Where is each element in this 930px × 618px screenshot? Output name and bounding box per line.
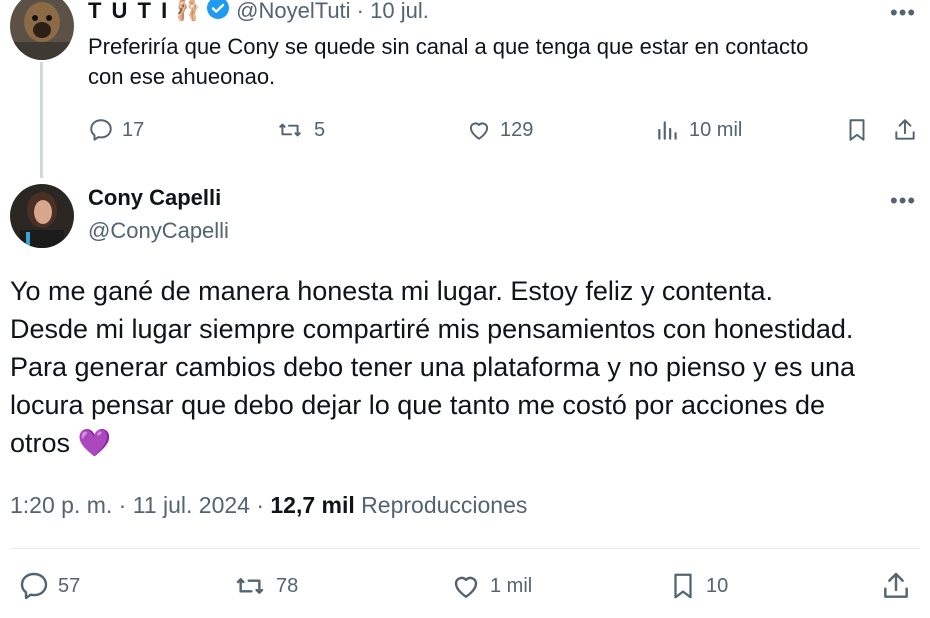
main-text-line: Yo me gané de manera honesta mi lugar. E… (10, 276, 773, 306)
main-like-button[interactable]: 1 mil (450, 570, 532, 602)
main-text-line: Desde mi lugar siempre compartiré mis pe… (10, 314, 854, 344)
views-count: 12,7 mil (270, 492, 355, 518)
main-reply-button[interactable]: 57 (18, 570, 80, 602)
tuti-avatar[interactable] (10, 0, 74, 60)
divider (10, 548, 920, 549)
reply-like-button[interactable]: 129 (466, 117, 533, 143)
reply-header: T U T I 🩰 @NoyelTuti · 10 jul. (88, 0, 429, 25)
ballet-shoes-emoji: 🩰 (175, 0, 201, 22)
main-text-line: Para generar cambios debo tener una plat… (10, 352, 856, 382)
bookmark-icon (849, 119, 865, 141)
main-text-line: otros (10, 428, 71, 458)
reply-share-button[interactable] (892, 117, 918, 148)
main-bookmark-count: 10 (706, 574, 729, 597)
timestamp[interactable]: 1:20 p. m. · 11 jul. 2024 · (10, 492, 270, 518)
main-reply-count: 57 (58, 574, 81, 597)
main-like-count: 1 mil (490, 574, 533, 597)
reply-views-button[interactable]: 10 mil (655, 117, 742, 143)
main-share-button[interactable] (880, 570, 912, 607)
reply-handle-date[interactable]: @NoyelTuti · 10 jul. (236, 0, 429, 24)
reply-text-line: con ese ahueonao. (88, 64, 276, 89)
comment-icon (90, 119, 112, 141)
share-icon (884, 572, 908, 598)
heart-icon (454, 576, 478, 598)
reply-reply-count: 17 (122, 118, 145, 141)
main-retweet-count: 78 (276, 574, 299, 597)
main-handle[interactable]: @ConyCapelli (88, 218, 229, 244)
reply-retweet-button[interactable]: 5 (274, 117, 325, 143)
thread-connector-line (40, 62, 43, 178)
comment-icon (20, 572, 48, 600)
purple-heart-emoji: 💜 (77, 428, 112, 458)
woman-photo-avatar (10, 184, 74, 248)
cony-avatar[interactable] (10, 184, 74, 248)
main-text-last-line: otros 💜 (10, 424, 920, 462)
main-retweet-button[interactable]: 78 (232, 570, 298, 602)
tweet-meta: 1:20 p. m. · 11 jul. 2024 · 12,7 mil Rep… (10, 492, 527, 519)
views-label[interactable]: Reproducciones (361, 492, 527, 518)
verified-badge-icon (206, 0, 230, 25)
share-icon (895, 119, 915, 140)
dog-photo-avatar (10, 0, 74, 60)
reply-views-count: 10 mil (689, 118, 743, 141)
main-more-icon[interactable]: ••• (890, 188, 916, 214)
heart-icon (469, 122, 489, 140)
reply-text-line: Preferiría que Cony se quede sin canal a… (88, 34, 809, 59)
reply-author-name[interactable]: T U T I (88, 0, 169, 24)
main-author-name[interactable]: Cony Capelli (88, 185, 221, 211)
reply-more-icon[interactable]: ••• (890, 0, 916, 26)
main-text-line: locura pensar que debo dejar lo que tant… (10, 390, 826, 420)
reply-like-count: 129 (500, 118, 534, 141)
reply-text: Preferiría que Cony se quede sin canal a… (88, 32, 908, 92)
main-tweet-text: Yo me gané de manera honesta mi lugar. E… (10, 272, 920, 462)
retweet-icon (279, 123, 301, 137)
reply-reply-button[interactable]: 17 (88, 117, 144, 143)
reply-bookmark-button[interactable] (844, 117, 870, 148)
bookmark-icon (674, 573, 692, 599)
reply-retweet-count: 5 (314, 118, 326, 141)
main-bookmark-button[interactable]: 10 (668, 570, 728, 602)
retweet-icon (236, 578, 264, 594)
analytics-bars-icon (658, 121, 677, 140)
